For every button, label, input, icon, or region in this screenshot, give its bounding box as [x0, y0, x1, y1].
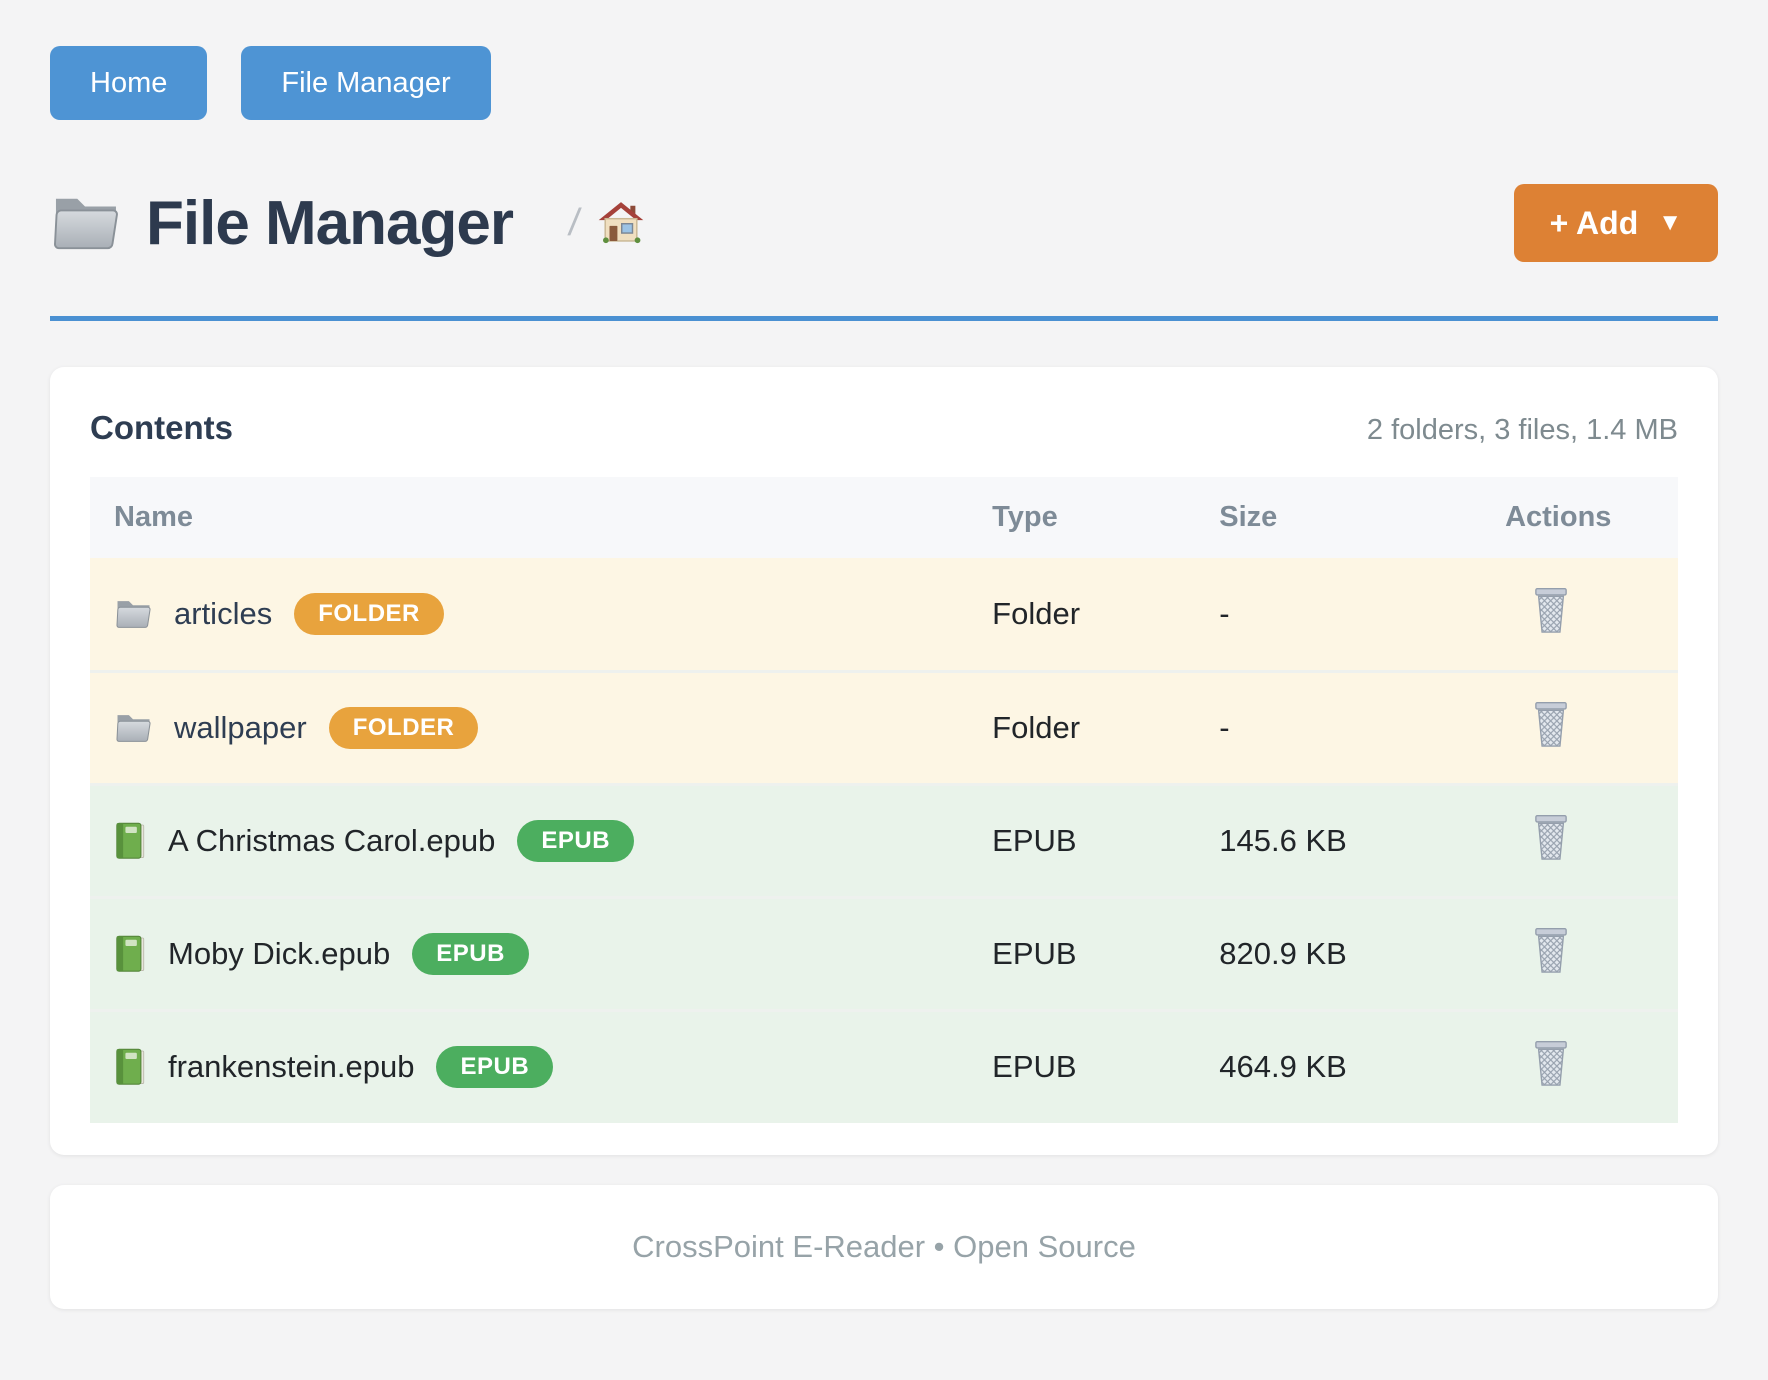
breadcrumb-separator: /: [566, 202, 583, 245]
entry-size: 464.9 KB: [1195, 1010, 1481, 1123]
trash-icon: [1529, 1038, 1573, 1088]
entry-name-link[interactable]: A Christmas Carol.epub: [168, 823, 495, 859]
chevron-down-icon: ▼: [1658, 209, 1682, 237]
table-row: Moby Dick.epub EPUB EPUB 820.9 KB: [90, 897, 1678, 1010]
entry-name-link[interactable]: wallpaper: [174, 710, 307, 746]
folder-badge: FOLDER: [294, 593, 444, 635]
contents-title: Contents: [90, 409, 233, 447]
epub-badge: EPUB: [517, 820, 634, 862]
folder-icon: [114, 598, 152, 630]
add-button[interactable]: + Add ▼: [1514, 184, 1718, 262]
home-nav-button[interactable]: Home: [50, 46, 207, 120]
column-header-name: Name: [90, 477, 968, 558]
trash-icon: [1529, 699, 1573, 749]
epub-badge: EPUB: [412, 933, 529, 975]
trash-icon: [1529, 812, 1573, 862]
delete-button[interactable]: [1529, 585, 1573, 635]
folder-badge: FOLDER: [329, 707, 479, 749]
entry-type: EPUB: [968, 1010, 1195, 1123]
file-manager-nav-button[interactable]: File Manager: [241, 46, 490, 120]
green-book-icon: [114, 821, 146, 861]
entry-size: 820.9 KB: [1195, 897, 1481, 1010]
table-row: wallpaper FOLDER Folder -: [90, 671, 1678, 784]
page: Home File Manager File Manager / + Add ▼…: [0, 0, 1768, 1309]
delete-button[interactable]: [1529, 925, 1573, 975]
entry-type: EPUB: [968, 784, 1195, 897]
title-divider: [50, 316, 1718, 321]
trash-icon: [1529, 925, 1573, 975]
page-header: File Manager / + Add ▼: [50, 184, 1718, 262]
column-header-actions: Actions: [1481, 477, 1678, 558]
breadcrumb: /: [569, 200, 644, 246]
epub-badge: EPUB: [436, 1046, 553, 1088]
file-table: Name Type Size Actions articles FOLDER F…: [90, 477, 1678, 1123]
delete-button[interactable]: [1529, 1038, 1573, 1088]
title-group: File Manager /: [50, 188, 644, 259]
contents-summary: 2 folders, 3 files, 1.4 MB: [1367, 414, 1678, 447]
contents-card: Contents 2 folders, 3 files, 1.4 MB Name…: [50, 367, 1718, 1155]
folder-icon: [50, 193, 120, 253]
table-row: A Christmas Carol.epub EPUB EPUB 145.6 K…: [90, 784, 1678, 897]
column-header-type: Type: [968, 477, 1195, 558]
entry-name-link[interactable]: articles: [174, 596, 272, 632]
entry-size: -: [1195, 671, 1481, 784]
trash-icon: [1529, 585, 1573, 635]
home-icon[interactable]: [598, 200, 644, 246]
green-book-icon: [114, 1047, 146, 1087]
table-row: articles FOLDER Folder -: [90, 558, 1678, 671]
delete-button[interactable]: [1529, 699, 1573, 749]
green-book-icon: [114, 934, 146, 974]
contents-card-header: Contents 2 folders, 3 files, 1.4 MB: [90, 409, 1678, 447]
entry-type: Folder: [968, 671, 1195, 784]
column-header-size: Size: [1195, 477, 1481, 558]
footer-card: CrossPoint E-Reader • Open Source: [50, 1185, 1718, 1309]
entry-size: 145.6 KB: [1195, 784, 1481, 897]
footer-text: CrossPoint E-Reader • Open Source: [632, 1229, 1136, 1264]
entry-type: EPUB: [968, 897, 1195, 1010]
folder-icon: [114, 712, 152, 744]
entry-name-link[interactable]: frankenstein.epub: [168, 1049, 414, 1085]
page-title: File Manager: [146, 188, 513, 259]
table-header-row: Name Type Size Actions: [90, 477, 1678, 558]
entry-size: -: [1195, 558, 1481, 671]
delete-button[interactable]: [1529, 812, 1573, 862]
entry-type: Folder: [968, 558, 1195, 671]
top-nav: Home File Manager: [50, 0, 1718, 120]
entry-name-link[interactable]: Moby Dick.epub: [168, 936, 390, 972]
add-button-label: + Add: [1550, 205, 1639, 242]
table-row: frankenstein.epub EPUB EPUB 464.9 KB: [90, 1010, 1678, 1123]
